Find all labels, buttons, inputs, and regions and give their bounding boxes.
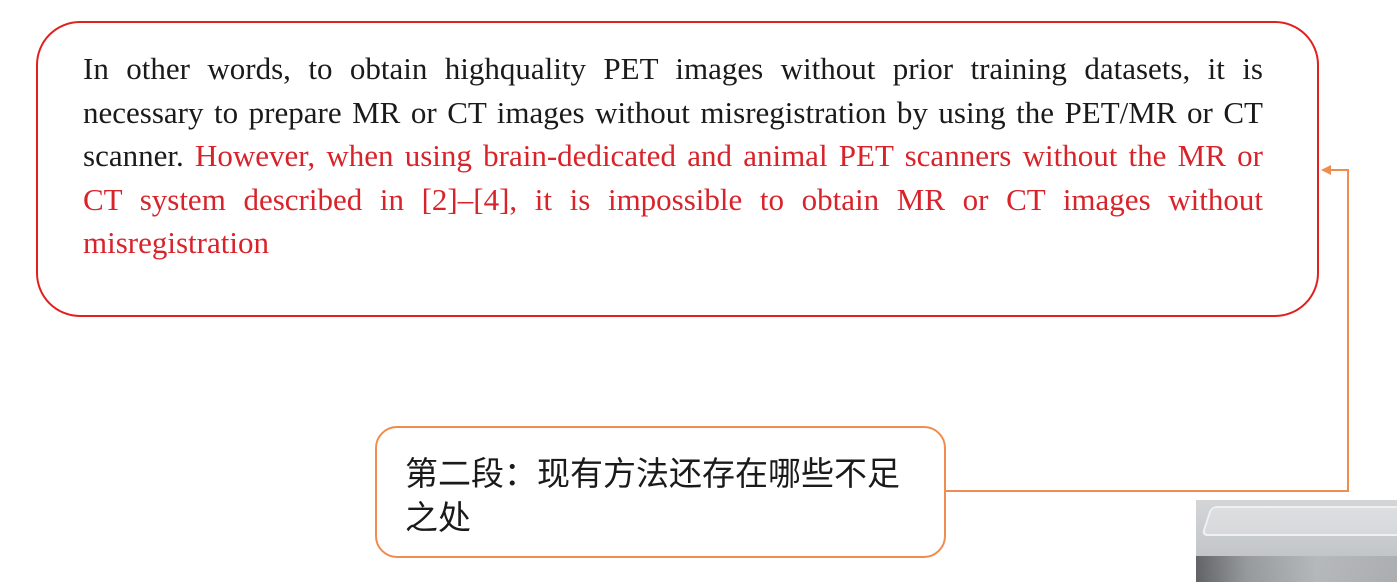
slide: In other words, to obtain highquality PE… — [0, 0, 1397, 582]
annotation-note-box: 第二段：现有方法还存在哪些不足之处 — [375, 426, 946, 558]
annotation-note-text: 第二段：现有方法还存在哪些不足之处 — [405, 454, 900, 537]
thumbnail-shadow-shape — [1196, 556, 1397, 582]
quote-paragraph: In other words, to obtain highquality PE… — [83, 47, 1263, 265]
thumbnail-shelf-shape — [1201, 506, 1397, 536]
quote-text-highlighted: However, when using brain-dedicated and … — [83, 138, 1263, 260]
quote-callout-box: In other words, to obtain highquality PE… — [36, 21, 1319, 317]
arrowhead-icon — [1321, 165, 1331, 175]
webcam-overlay-thumbnail — [1196, 500, 1397, 582]
